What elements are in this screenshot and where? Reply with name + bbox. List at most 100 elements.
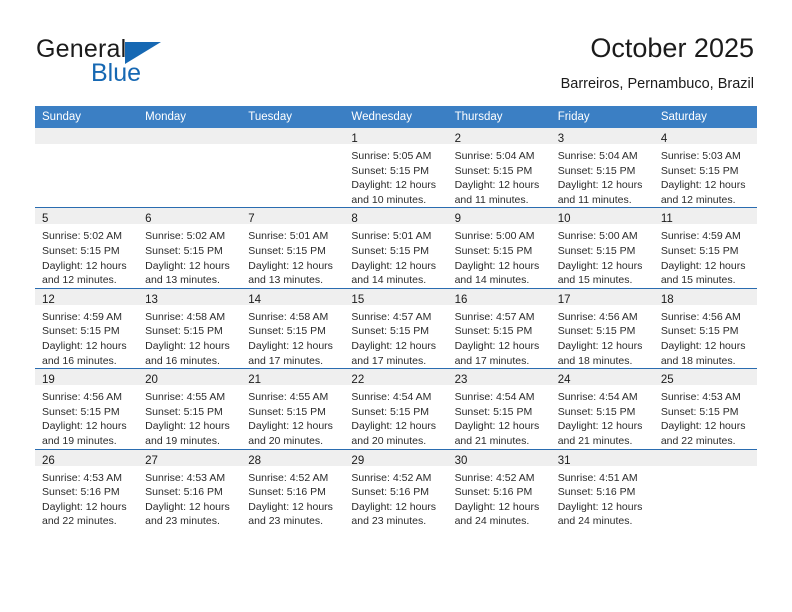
daylight-text-line1: Daylight: 12 hours	[454, 259, 540, 272]
day-number: 21	[248, 374, 262, 387]
daylight-text-line2: and 18 minutes.	[557, 354, 633, 367]
day-number-band: 15	[344, 288, 448, 306]
day-cell[interactable]: 3 Sunrise: 5:04 AM Sunset: 5:15 PM Dayli…	[550, 128, 654, 208]
day-details: Sunrise: 5:02 AM Sunset: 5:15 PM Dayligh…	[35, 224, 138, 287]
day-cell[interactable]: 14 Sunrise: 4:58 AM Sunset: 5:15 PM Dayl…	[241, 287, 345, 369]
day-cell[interactable]: 16 Sunrise: 4:57 AM Sunset: 5:15 PM Dayl…	[447, 287, 551, 369]
daylight-text-line2: and 14 minutes.	[351, 274, 427, 287]
day-cell[interactable]: 5 Sunrise: 5:02 AM Sunset: 5:15 PM Dayli…	[35, 207, 139, 289]
day-details: Sunrise: 5:01 AM Sunset: 5:15 PM Dayligh…	[344, 224, 447, 287]
sunset-text: Sunset: 5:15 PM	[454, 325, 533, 338]
day-cell[interactable]: 19 Sunrise: 4:56 AM Sunset: 5:15 PM Dayl…	[35, 368, 139, 449]
day-details: Sunrise: 5:05 AM Sunset: 5:15 PM Dayligh…	[344, 144, 447, 207]
day-cell[interactable]: 4 Sunrise: 5:03 AM Sunset: 5:15 PM Dayli…	[653, 128, 757, 208]
sunrise-text: Sunrise: 4:52 AM	[351, 471, 432, 484]
day-number-band: 30	[447, 449, 551, 467]
daylight-text-line1: Daylight: 12 hours	[42, 339, 127, 352]
day-cell[interactable]: 29 Sunrise: 4:52 AM Sunset: 5:16 PM Dayl…	[344, 448, 448, 529]
day-number: 1	[351, 133, 358, 145]
weekday-header-thursday: Thursday	[447, 106, 551, 128]
sunrise-text: Sunrise: 4:59 AM	[42, 310, 122, 323]
sunrise-text: Sunrise: 5:02 AM	[145, 230, 226, 243]
day-cell[interactable]: 26 Sunrise: 4:53 AM Sunset: 5:16 PM Dayl…	[35, 448, 139, 529]
day-details: Sunrise: 5:01 AM Sunset: 5:15 PM Dayligh…	[241, 224, 344, 287]
day-details: Sunrise: 4:56 AM Sunset: 5:15 PM Dayligh…	[35, 385, 138, 448]
day-cell[interactable]: 25 Sunrise: 4:53 AM Sunset: 5:15 PM Dayl…	[653, 368, 757, 449]
sunrise-text: Sunrise: 5:04 AM	[454, 150, 535, 162]
daylight-text-line1: Daylight: 12 hours	[145, 259, 230, 272]
day-cell[interactable]: 1 Sunrise: 5:05 AM Sunset: 5:15 PM Dayli…	[344, 128, 448, 208]
day-details: Sunrise: 4:57 AM Sunset: 5:15 PM Dayligh…	[448, 305, 551, 368]
day-number-band	[653, 449, 757, 466]
day-details: Sunrise: 4:52 AM Sunset: 5:16 PM Dayligh…	[448, 466, 551, 529]
day-number-band: 5	[35, 208, 139, 225]
day-number: 24	[557, 374, 571, 387]
day-details: Sunrise: 5:02 AM Sunset: 5:15 PM Dayligh…	[138, 224, 241, 287]
daylight-text-line2: and 23 minutes.	[145, 515, 220, 528]
day-number: 22	[351, 374, 365, 387]
day-cell[interactable]: 11 Sunrise: 4:59 AM Sunset: 5:15 PM Dayl…	[653, 207, 757, 289]
weekday-header-monday: Monday	[138, 106, 242, 128]
day-cell[interactable]: 8 Sunrise: 5:01 AM Sunset: 5:15 PM Dayli…	[344, 207, 448, 289]
day-details: Sunrise: 4:57 AM Sunset: 5:15 PM Dayligh…	[344, 305, 447, 368]
daylight-text-line2: and 17 minutes.	[454, 354, 530, 367]
day-number: 15	[351, 293, 365, 306]
day-cell[interactable]: 10 Sunrise: 5:00 AM Sunset: 5:15 PM Dayl…	[550, 207, 654, 289]
sunrise-text: Sunrise: 4:58 AM	[145, 310, 226, 323]
day-cell[interactable]: 13 Sunrise: 4:58 AM Sunset: 5:15 PM Dayl…	[138, 287, 242, 369]
day-cell[interactable]: 18 Sunrise: 4:56 AM Sunset: 5:15 PM Dayl…	[653, 287, 757, 369]
day-number: 9	[454, 213, 461, 226]
daylight-text-line1: Daylight: 12 hours	[557, 420, 643, 433]
day-cell[interactable]: 12 Sunrise: 4:59 AM Sunset: 5:15 PM Dayl…	[35, 287, 139, 369]
daylight-text-line2: and 24 minutes.	[557, 515, 633, 528]
sunset-text: Sunset: 5:15 PM	[351, 244, 430, 257]
day-cell[interactable]: 17 Sunrise: 4:56 AM Sunset: 5:15 PM Dayl…	[550, 287, 654, 369]
day-cell[interactable]: 7 Sunrise: 5:01 AM Sunset: 5:15 PM Dayli…	[241, 207, 345, 289]
day-cell[interactable]	[241, 128, 345, 208]
sunrise-text: Sunrise: 4:58 AM	[248, 310, 329, 323]
daylight-text-line1: Daylight: 12 hours	[660, 179, 746, 192]
day-cell[interactable]: 15 Sunrise: 4:57 AM Sunset: 5:15 PM Dayl…	[344, 287, 448, 369]
day-cell[interactable]: 30 Sunrise: 4:52 AM Sunset: 5:16 PM Dayl…	[447, 448, 551, 529]
day-cell[interactable]	[653, 448, 757, 529]
page-header: General Blue October 2025 Barreiros, Per…	[0, 0, 792, 100]
day-details: Sunrise: 5:03 AM Sunset: 5:15 PM Dayligh…	[654, 144, 757, 207]
calendar-week-row: 1 Sunrise: 5:05 AM Sunset: 5:15 PM Dayli…	[35, 128, 757, 208]
day-number-band: 21	[241, 369, 345, 387]
day-cell[interactable]: 24 Sunrise: 4:54 AM Sunset: 5:15 PM Dayl…	[550, 368, 654, 449]
day-cell[interactable]: 31 Sunrise: 4:51 AM Sunset: 5:16 PM Dayl…	[550, 448, 654, 529]
sunset-text: Sunset: 5:15 PM	[557, 244, 636, 257]
day-cell[interactable]	[138, 128, 242, 208]
daylight-text-line2: and 11 minutes.	[454, 193, 529, 206]
day-number-band: 24	[550, 369, 654, 387]
day-cell[interactable]: 27 Sunrise: 4:53 AM Sunset: 5:16 PM Dayl…	[138, 448, 242, 529]
day-cell[interactable]: 22 Sunrise: 4:54 AM Sunset: 5:15 PM Dayl…	[344, 368, 448, 449]
day-cell[interactable]: 20 Sunrise: 4:55 AM Sunset: 5:15 PM Dayl…	[138, 368, 242, 449]
sunrise-text: Sunrise: 5:03 AM	[660, 150, 741, 162]
day-details: Sunrise: 4:51 AM Sunset: 5:16 PM Dayligh…	[551, 466, 654, 529]
daylight-text-line1: Daylight: 12 hours	[454, 420, 540, 433]
day-number: 26	[42, 454, 55, 467]
sunset-text: Sunset: 5:15 PM	[660, 244, 739, 257]
day-number-band: 1	[344, 128, 448, 145]
sunrise-text: Sunrise: 5:01 AM	[248, 230, 329, 243]
day-cell[interactable]: 9 Sunrise: 5:00 AM Sunset: 5:15 PM Dayli…	[447, 207, 551, 289]
sunset-text: Sunset: 5:16 PM	[42, 486, 120, 499]
daylight-text-line1: Daylight: 12 hours	[454, 500, 540, 513]
general-blue-logo[interactable]: General Blue	[36, 36, 276, 92]
sunrise-text: Sunrise: 4:59 AM	[660, 230, 741, 243]
sunrise-text: Sunrise: 4:53 AM	[42, 471, 122, 484]
day-details: Sunrise: 4:53 AM Sunset: 5:16 PM Dayligh…	[138, 466, 241, 529]
day-details: Sunrise: 4:54 AM Sunset: 5:15 PM Dayligh…	[551, 385, 654, 448]
day-cell[interactable]: 2 Sunrise: 5:04 AM Sunset: 5:15 PM Dayli…	[447, 128, 551, 208]
day-cell[interactable]: 6 Sunrise: 5:02 AM Sunset: 5:15 PM Dayli…	[138, 207, 242, 289]
daylight-text-line1: Daylight: 12 hours	[557, 339, 643, 352]
daylight-text-line1: Daylight: 12 hours	[454, 179, 540, 192]
page-title: October 2025	[590, 33, 754, 63]
sunrise-text: Sunrise: 5:04 AM	[557, 150, 638, 162]
day-cell[interactable]: 23 Sunrise: 4:54 AM Sunset: 5:15 PM Dayl…	[447, 368, 551, 449]
day-cell[interactable]	[35, 128, 139, 208]
day-cell[interactable]: 21 Sunrise: 4:55 AM Sunset: 5:15 PM Dayl…	[241, 368, 345, 449]
daylight-text-line1: Daylight: 12 hours	[351, 500, 437, 513]
day-cell[interactable]: 28 Sunrise: 4:52 AM Sunset: 5:16 PM Dayl…	[241, 448, 345, 529]
